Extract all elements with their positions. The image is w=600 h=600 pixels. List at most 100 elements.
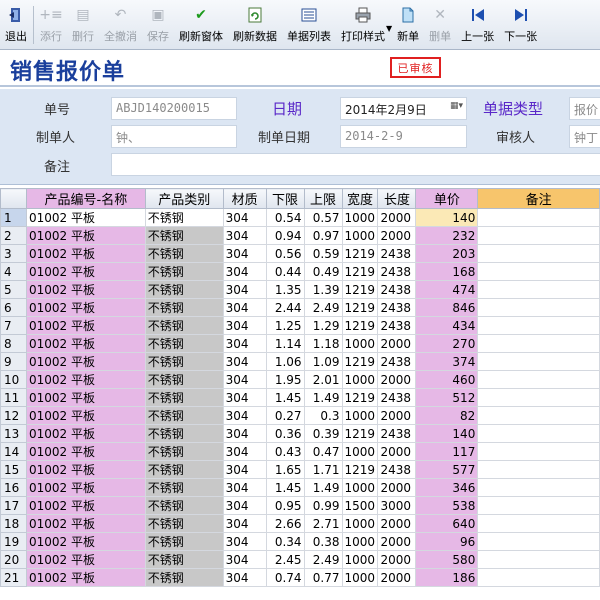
table-row[interactable]: 14 01002 平板 不锈钢 304 0.43 0.47 1000 2000 117 bbox=[0, 442, 600, 461]
lower-cell[interactable]: 1.25 bbox=[265, 316, 305, 335]
width-cell[interactable]: 1219 bbox=[341, 298, 379, 317]
lower-cell[interactable]: 0.74 bbox=[265, 568, 305, 587]
doc-list-button[interactable]: 单据列表 bbox=[282, 6, 336, 48]
width-cell[interactable]: 1219 bbox=[341, 460, 379, 479]
lower-cell[interactable]: 1.65 bbox=[265, 460, 305, 479]
material-cell[interactable]: 304 bbox=[222, 478, 267, 497]
product-cell[interactable]: 01002 平板 bbox=[25, 550, 146, 569]
table-row[interactable]: 21 01002 平板 不锈钢 304 0.74 0.77 1000 2000 186 bbox=[0, 568, 600, 587]
col-header-price[interactable]: 单价 bbox=[415, 188, 479, 209]
price-cell[interactable]: 232 bbox=[415, 226, 479, 245]
width-cell[interactable]: 1000 bbox=[341, 370, 379, 389]
undo-all-button[interactable]: ↶ 全撤消 bbox=[99, 6, 142, 48]
product-cell[interactable]: 01002 平板 bbox=[25, 442, 146, 461]
table-row[interactable]: 9 01002 平板 不锈钢 304 1.06 1.09 1219 2438 374 bbox=[0, 352, 600, 371]
remark-cell[interactable] bbox=[477, 496, 600, 515]
width-cell[interactable]: 1000 bbox=[341, 406, 379, 425]
upper-cell[interactable]: 1.09 bbox=[303, 352, 343, 371]
width-cell[interactable]: 1000 bbox=[341, 442, 379, 461]
table-row[interactable]: 13 01002 平板 不锈钢 304 0.36 0.39 1219 2438 140 bbox=[0, 424, 600, 443]
col-header-length[interactable]: 长度 bbox=[377, 188, 417, 209]
create-date-field[interactable]: 2014-2-9 bbox=[340, 125, 467, 148]
row-number[interactable]: 10 bbox=[0, 370, 27, 389]
width-cell[interactable]: 1000 bbox=[341, 550, 379, 569]
material-cell[interactable]: 304 bbox=[222, 424, 267, 443]
lower-cell[interactable]: 1.35 bbox=[265, 280, 305, 299]
col-header-remark[interactable]: 备注 bbox=[477, 188, 600, 209]
remark-cell[interactable] bbox=[477, 244, 600, 263]
row-number[interactable]: 13 bbox=[0, 424, 27, 443]
next-button[interactable]: 下一张 bbox=[499, 6, 542, 48]
remark-cell[interactable] bbox=[477, 280, 600, 299]
price-cell[interactable]: 186 bbox=[415, 568, 479, 587]
reviewer-field[interactable]: 钟丁 bbox=[569, 125, 600, 148]
product-cell[interactable]: 01002 平板 bbox=[25, 568, 146, 587]
remark-field[interactable] bbox=[111, 153, 600, 176]
row-number[interactable]: 15 bbox=[0, 460, 27, 479]
length-cell[interactable]: 2000 bbox=[377, 370, 417, 389]
width-cell[interactable]: 1219 bbox=[341, 424, 379, 443]
row-number[interactable]: 11 bbox=[0, 388, 27, 407]
width-cell[interactable]: 1219 bbox=[341, 352, 379, 371]
material-cell[interactable]: 304 bbox=[222, 532, 267, 551]
upper-cell[interactable]: 0.77 bbox=[303, 568, 343, 587]
lower-cell[interactable]: 0.34 bbox=[265, 532, 305, 551]
material-cell[interactable]: 304 bbox=[222, 406, 267, 425]
row-number[interactable]: 8 bbox=[0, 334, 27, 353]
table-row[interactable]: 10 01002 平板 不锈钢 304 1.95 2.01 1000 2000 460 bbox=[0, 370, 600, 389]
product-cell[interactable]: 01002 平板 bbox=[25, 460, 146, 479]
upper-cell[interactable]: 0.49 bbox=[303, 262, 343, 281]
prev-button[interactable]: 上一张 bbox=[456, 6, 499, 48]
length-cell[interactable]: 2000 bbox=[377, 334, 417, 353]
material-cell[interactable]: 304 bbox=[222, 334, 267, 353]
length-cell[interactable]: 2000 bbox=[377, 568, 417, 587]
col-header-upper[interactable]: 上限 bbox=[303, 188, 343, 209]
table-row[interactable]: 15 01002 平板 不锈钢 304 1.65 1.71 1219 2438 577 bbox=[0, 460, 600, 479]
category-cell[interactable]: 不锈钢 bbox=[144, 226, 224, 245]
table-row[interactable]: 6 01002 平板 不锈钢 304 2.44 2.49 1219 2438 846 bbox=[0, 298, 600, 317]
add-row-button[interactable]: +≡ 添行 bbox=[35, 6, 67, 48]
table-row[interactable]: 7 01002 平板 不锈钢 304 1.25 1.29 1219 2438 434 bbox=[0, 316, 600, 335]
table-row[interactable]: 5 01002 平板 不锈钢 304 1.35 1.39 1219 2438 474 bbox=[0, 280, 600, 299]
length-cell[interactable]: 2438 bbox=[377, 424, 417, 443]
product-cell[interactable]: 01002 平板 bbox=[25, 532, 146, 551]
material-cell[interactable]: 304 bbox=[222, 388, 267, 407]
table-row[interactable]: 16 01002 平板 不锈钢 304 1.45 1.49 1000 2000 346 bbox=[0, 478, 600, 497]
refresh-data-button[interactable]: 刷新数据 bbox=[228, 6, 282, 48]
upper-cell[interactable]: 1.49 bbox=[303, 478, 343, 497]
upper-cell[interactable]: 0.38 bbox=[303, 532, 343, 551]
product-cell[interactable]: 01002 平板 bbox=[25, 370, 146, 389]
material-cell[interactable]: 304 bbox=[222, 208, 267, 227]
remark-cell[interactable] bbox=[477, 532, 600, 551]
lower-cell[interactable]: 0.27 bbox=[265, 406, 305, 425]
lower-cell[interactable]: 0.44 bbox=[265, 262, 305, 281]
product-cell[interactable]: 01002 平板 bbox=[25, 244, 146, 263]
lower-cell[interactable]: 1.45 bbox=[265, 478, 305, 497]
table-row[interactable]: 19 01002 平板 不锈钢 304 0.34 0.38 1000 2000 96 bbox=[0, 532, 600, 551]
price-cell[interactable]: 203 bbox=[415, 244, 479, 263]
width-cell[interactable]: 1219 bbox=[341, 262, 379, 281]
product-cell[interactable]: 01002 平板 bbox=[25, 424, 146, 443]
width-cell[interactable]: 1500 bbox=[341, 496, 379, 515]
length-cell[interactable]: 2438 bbox=[377, 262, 417, 281]
category-cell[interactable]: 不锈钢 bbox=[144, 244, 224, 263]
material-cell[interactable]: 304 bbox=[222, 370, 267, 389]
product-cell[interactable]: 01002 平板 bbox=[25, 352, 146, 371]
new-doc-button[interactable]: 新单 bbox=[392, 6, 424, 48]
price-cell[interactable]: 117 bbox=[415, 442, 479, 461]
category-cell[interactable]: 不锈钢 bbox=[144, 550, 224, 569]
print-style-button[interactable]: 打印样式 bbox=[336, 6, 390, 48]
product-cell[interactable]: 01002 平板 bbox=[25, 334, 146, 353]
remark-cell[interactable] bbox=[477, 298, 600, 317]
width-cell[interactable]: 1219 bbox=[341, 244, 379, 263]
category-cell[interactable]: 不锈钢 bbox=[144, 298, 224, 317]
category-cell[interactable]: 不锈钢 bbox=[144, 370, 224, 389]
price-cell[interactable]: 538 bbox=[415, 496, 479, 515]
col-header-width[interactable]: 宽度 bbox=[341, 188, 379, 209]
remark-cell[interactable] bbox=[477, 514, 600, 533]
price-cell[interactable]: 474 bbox=[415, 280, 479, 299]
upper-cell[interactable]: 1.29 bbox=[303, 316, 343, 335]
width-cell[interactable]: 1000 bbox=[341, 514, 379, 533]
length-cell[interactable]: 3000 bbox=[377, 496, 417, 515]
length-cell[interactable]: 2000 bbox=[377, 406, 417, 425]
